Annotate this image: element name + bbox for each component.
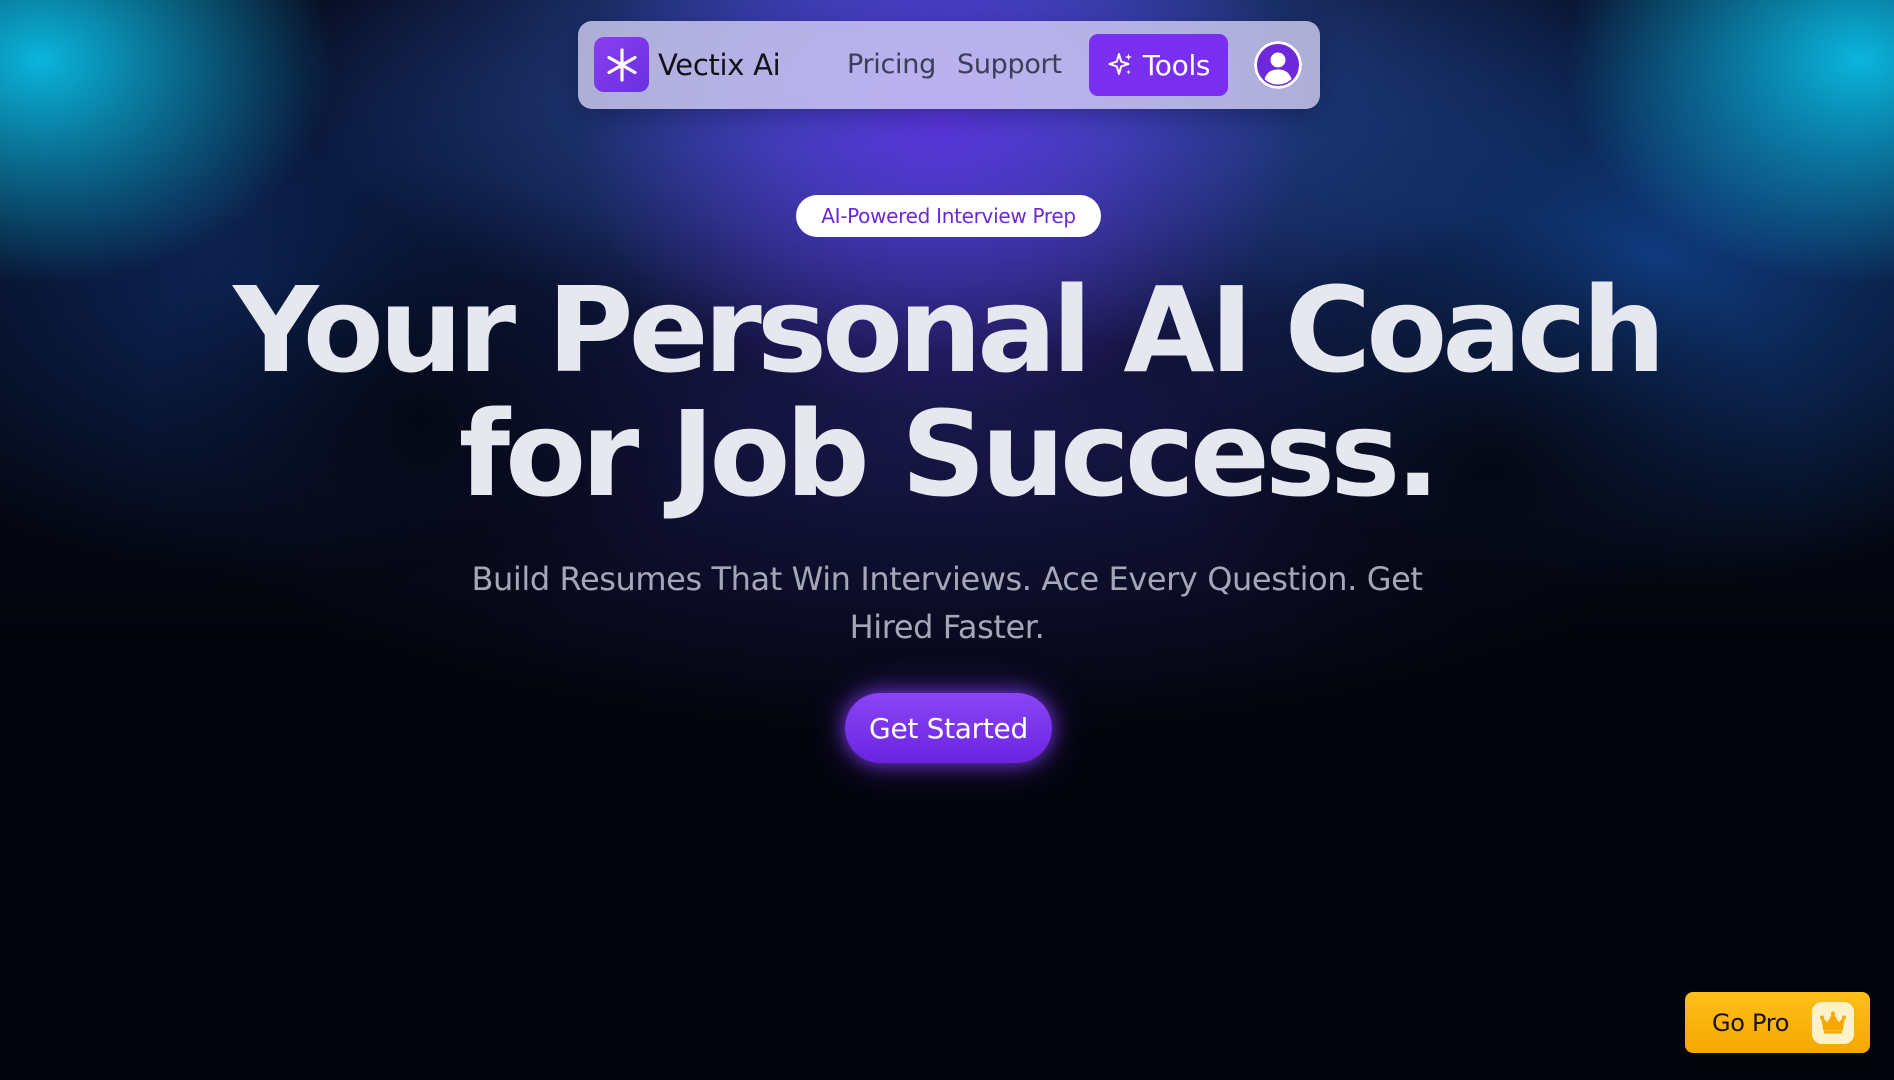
hero-badge: AI-Powered Interview Prep: [796, 195, 1101, 237]
asterisk-icon: [594, 37, 649, 92]
landing-page: Vectix Ai Pricing Support Tools AI-Power…: [0, 0, 1894, 1080]
go-pro-button[interactable]: Go Pro: [1685, 992, 1870, 1053]
go-pro-label: Go Pro: [1712, 1008, 1790, 1037]
sparkle-icon: [1107, 51, 1135, 79]
tools-label: Tools: [1142, 48, 1211, 82]
get-started-button[interactable]: Get Started: [845, 693, 1052, 763]
nav-link-support[interactable]: Support: [957, 49, 1062, 80]
hero-subtitle: Build Resumes That Win Interviews. Ace E…: [471, 560, 1423, 646]
hero-headline-line2: for Job Success.: [458, 385, 1440, 523]
crown-icon: [1812, 1002, 1854, 1044]
top-navbar: Vectix Ai Pricing Support Tools: [578, 21, 1320, 109]
hero-headline-line1: Your Personal AI Coach: [233, 261, 1666, 399]
brand[interactable]: Vectix Ai: [594, 37, 781, 92]
hero-headline: Your Personal AI Coach for Job Success.: [0, 268, 1894, 516]
brand-name: Vectix Ai: [658, 47, 781, 82]
nav-link-pricing[interactable]: Pricing: [847, 49, 936, 80]
tools-button[interactable]: Tools: [1089, 34, 1228, 96]
user-avatar-icon[interactable]: [1254, 41, 1302, 89]
